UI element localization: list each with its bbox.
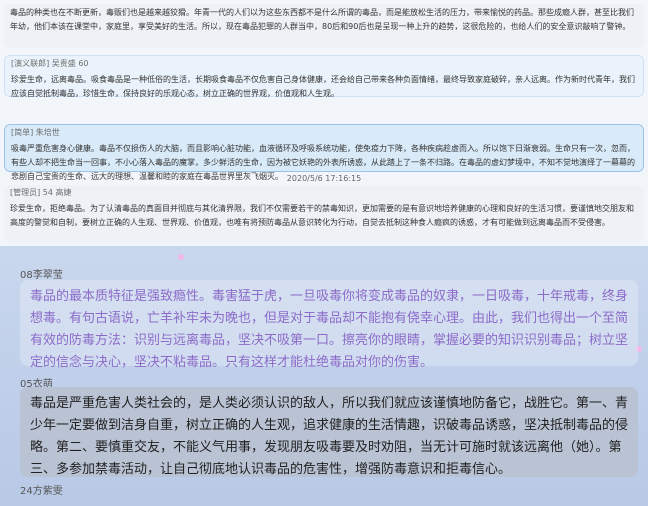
post-text: 毒品的最本质特征是强致瘾性。毒害猛于虎，一旦吸毒你将变成毒品的奴隶，一日吸毒，十… [20,280,638,370]
comment-card: [管理员] 54 高婕 珍爱生命，拒绝毒品。为了认清毒品的真面目并彻底与其化清界… [4,185,644,243]
comment-timestamp: 2020/5/6 17:16:15 [286,174,362,183]
post-author: 08李翠莹 [20,270,63,281]
comment-text: 珍爱生命，远离毒品。吸食毒品是一种低俗的生活，长期吸食毒品不仅危害自己身体健康，… [11,75,635,98]
comment-text: 毒品的种类也在不断更新，毒贩们也是越来越狡猾。年青一代的人们以为这些东西都不是什… [10,8,634,31]
post-text: 毒品是严重危害人类社会的，是人类必须认识的敌人，所以我们就应该谨慎地防备它，战胜… [20,387,638,477]
comment-card: 毒品的种类也在不断更新，毒贩们也是越来越狡猾。年青一代的人们以为这些东西都不是什… [4,4,644,48]
comment-author: [管理员] 54 高婕 [10,188,72,197]
sparkle-icon [178,254,184,260]
comment-author: [简单] 朱培世 [11,128,60,137]
post-board: 08李翠莹 毒品的最本质特征是强致瘾性。毒害猛于虎，一旦吸毒你将变成毒品的奴隶，… [0,246,648,506]
comment-card: [演义联郎] 吴贵盛 60 珍爱生命，远离毒品。吸食毒品是一种低俗的生活，长期吸… [4,55,644,98]
post-author: 24方紫雯 [20,486,63,497]
comment-feed: 毒品的种类也在不断更新，毒贩们也是越来越狡猾。年青一代的人们以为这些东西都不是什… [0,0,648,246]
comment-text: 珍爱生命，拒绝毒品。为了认清毒品的真面目并彻底与其化清界限，我们不仅需要若干的禁… [10,204,634,227]
comment-author: [演义联郎] 吴贵盛 60 [11,59,89,68]
comment-card-highlighted: [简单] 朱培世 吸毒严重危害身心健康。毒品不仅损伤人的大脑，而且影响心脏功能，… [4,124,644,181]
